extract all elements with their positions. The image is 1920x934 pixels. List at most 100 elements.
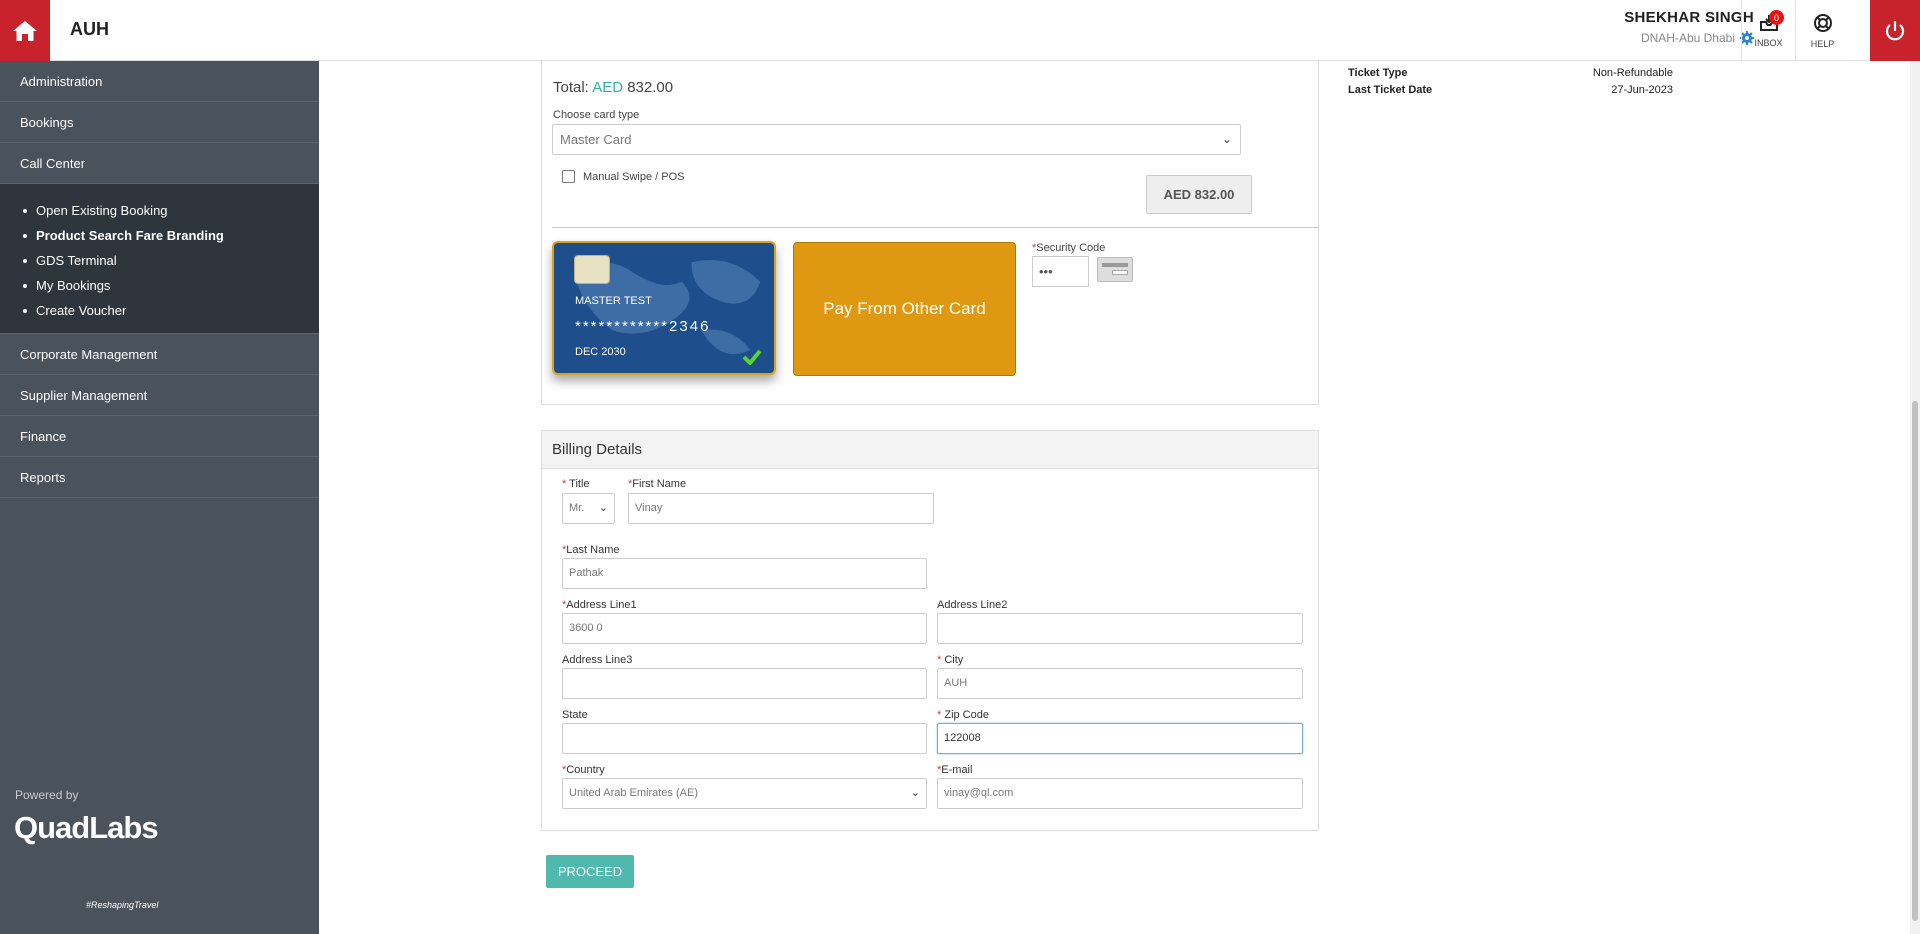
check-icon [742, 349, 762, 365]
inbox-button[interactable]: 0 INBOX [1741, 0, 1795, 61]
card-expiry: DEC 2030 [575, 346, 626, 358]
summary-row-last-ticket-date: Last Ticket Date 27-Jun-2023 [1348, 82, 1673, 99]
sidebar-subitem-open-existing-booking[interactable]: Open Existing Booking [0, 198, 319, 223]
page-scrollbar[interactable] [1910, 61, 1920, 934]
sidebar-item-finance[interactable]: Finance [0, 416, 319, 457]
amount-button[interactable]: AED 832.00 [1146, 175, 1252, 214]
card-type-select[interactable]: Master Card ⌄ [552, 124, 1241, 155]
fare-summary: Ticket Type Non-Refundable Last Ticket D… [1348, 65, 1673, 99]
city-label: * City [937, 654, 964, 666]
sidebar-subitem-product-search-fare-branding[interactable]: Product Search Fare Branding [0, 223, 319, 248]
home-button[interactable] [0, 0, 50, 61]
email-label-text: E-mail [941, 764, 973, 776]
scrollbar-thumb[interactable] [1912, 401, 1918, 921]
user-block[interactable]: SHEKHAR SINGH DNAH-Abu Dhabi [1624, 9, 1754, 45]
home-icon [13, 20, 37, 41]
chevron-down-icon: ⌄ [598, 502, 608, 514]
first-name-label: *First Name [628, 478, 687, 490]
sidebar-item-supplier-management[interactable]: Supplier Management [0, 375, 319, 416]
manual-swipe-option[interactable]: Manual Swipe / POS [562, 170, 685, 183]
user-name: SHEKHAR SINGH [1624, 9, 1754, 26]
zip-code-label-text: Zip Code [944, 709, 989, 721]
divider [552, 227, 1319, 228]
address-line1-label-text: Address Line1 [566, 599, 637, 611]
city-input[interactable]: AUH [937, 668, 1303, 699]
card-number: ************2346 [575, 318, 711, 335]
sidebar-subitem-gds-terminal[interactable]: GDS Terminal [0, 248, 319, 273]
sidebar-subitem-create-voucher[interactable]: Create Voucher [0, 298, 319, 323]
call-center-submenu: Open Existing Booking Product Search Far… [0, 184, 319, 334]
address-line2-input[interactable] [937, 613, 1303, 644]
sidebar-item-administration[interactable]: Administration [0, 61, 319, 102]
total-value: 832.00 [627, 79, 674, 96]
chevron-down-icon: ⌄ [1221, 132, 1232, 146]
summary-key: Ticket Type [1348, 67, 1408, 79]
power-icon [1885, 20, 1905, 40]
total-amount: Total: AED 832.00 [553, 79, 673, 96]
title-label: * Title [562, 478, 590, 490]
country-value: United Arab Emirates (AE) [569, 787, 698, 799]
email-input[interactable]: vinay@ql.com [937, 778, 1303, 809]
lifebuoy-icon [1813, 13, 1832, 32]
sidebar: Administration Bookings Call Center Open… [0, 61, 319, 934]
security-code-input[interactable]: ••• [1032, 256, 1089, 287]
card-chip-icon [574, 255, 610, 284]
total-label: Total: [553, 79, 589, 96]
quadlabs-logo: QuadLabs [14, 810, 159, 845]
user-office: DNAH-Abu Dhabi [1624, 31, 1754, 45]
email-label: *E-mail [937, 764, 973, 776]
help-button[interactable]: HELP [1795, 0, 1849, 61]
sidebar-item-bookings[interactable]: Bookings [0, 102, 319, 143]
sidebar-item-reports[interactable]: Reports [0, 457, 319, 498]
payment-panel: Total: AED 832.00 Choose card type Maste… [541, 61, 1319, 405]
title-label-text: Title [569, 478, 590, 490]
state-input[interactable] [562, 723, 927, 754]
zip-code-input[interactable]: 122008 [937, 723, 1303, 754]
summary-value: 27-Jun-2023 [1611, 84, 1673, 96]
sidebar-item-call-center[interactable]: Call Center [0, 143, 319, 184]
manual-swipe-label: Manual Swipe / POS [583, 170, 685, 183]
last-name-input[interactable]: Pathak [562, 558, 927, 589]
brand-title: AUH [70, 19, 109, 39]
last-name-label: *Last Name [562, 544, 620, 556]
country-label-text: Country [566, 764, 605, 776]
card-type-value: Master Card [560, 132, 632, 147]
address-line1-label: *Address Line1 [562, 599, 637, 611]
country-select[interactable]: United Arab Emirates (AE) ⌄ [562, 778, 927, 809]
security-code-label-text: Security Code [1036, 242, 1106, 254]
title-value: Mr. [569, 502, 585, 514]
inbox-label: INBOX [1754, 37, 1783, 48]
sidebar-item-corporate-management[interactable]: Corporate Management [0, 334, 319, 375]
last-name-label-text: Last Name [566, 544, 620, 556]
sidebar-subitem-my-bookings[interactable]: My Bookings [0, 273, 319, 298]
summary-row-ticket-type: Ticket Type Non-Refundable [1348, 65, 1673, 82]
inbox-count-badge: 0 [1769, 10, 1784, 25]
manual-swipe-checkbox[interactable] [562, 170, 575, 183]
first-name-input[interactable]: Vinay [628, 493, 934, 524]
help-label: HELP [1810, 38, 1835, 49]
pay-from-other-card-button[interactable]: Pay From Other Card [793, 242, 1016, 376]
first-name-label-text: First Name [632, 478, 687, 490]
billing-details-panel: Billing Details * Title Mr. ⌄ *First Nam… [541, 430, 1319, 831]
security-code-label: *Security Code [1032, 242, 1106, 254]
user-office-label: DNAH-Abu Dhabi [1640, 31, 1735, 45]
address-line2-label: Address Line2 [937, 599, 1008, 611]
country-label: *Country [562, 764, 605, 776]
address-line3-input[interactable] [562, 668, 927, 699]
summary-key: Last Ticket Date [1348, 84, 1433, 96]
powered-by-label: Powered by [15, 788, 79, 802]
title-select[interactable]: Mr. ⌄ [562, 493, 615, 524]
total-currency: AED [592, 79, 624, 96]
top-bar: AUH SHEKHAR SINGH DNAH-Abu Dhabi 0 INBOX… [0, 0, 1920, 61]
saved-card[interactable]: MASTER TEST ************2346 DEC 2030 [552, 241, 776, 375]
address-line1-input[interactable]: 3600 0 [562, 613, 927, 644]
cvv-card-icon [1097, 257, 1133, 282]
proceed-button[interactable]: PROCEED [546, 855, 634, 888]
card-type-label: Choose card type [553, 109, 640, 121]
summary-value: Non-Refundable [1592, 67, 1673, 79]
logout-button[interactable] [1870, 0, 1920, 61]
address-line3-label: Address Line3 [562, 654, 633, 666]
zip-code-label: * Zip Code [937, 709, 989, 721]
state-label: State [562, 709, 588, 721]
city-label-text: City [944, 654, 964, 666]
